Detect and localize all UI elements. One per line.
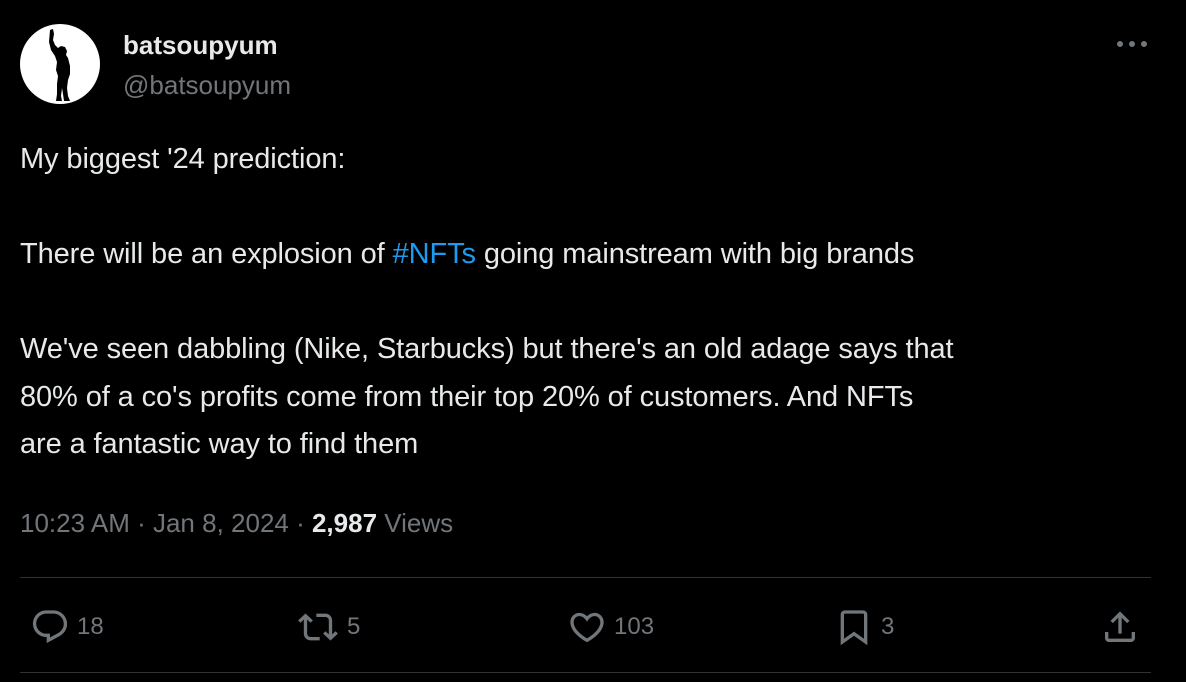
like-count: 103 <box>614 613 655 640</box>
more-options-button[interactable] <box>1112 30 1152 58</box>
tweet-text-segment: There will be an explosion of <box>20 238 393 270</box>
views-count: 2,987 <box>311 508 378 538</box>
tweet-meta: 10:23 AM · Jan 8, 2024 · 2,987 Views <box>20 506 453 540</box>
tweet-text-segment: going mainstream with big brands <box>475 238 915 270</box>
share-upload-icon <box>1105 611 1135 642</box>
bookmark-button[interactable]: 3 <box>834 606 894 648</box>
like-button[interactable]: 103 <box>567 606 654 648</box>
divider <box>20 672 1151 673</box>
tweet-line: We've seen dabbling (Nike, Starbucks) bu… <box>20 333 954 365</box>
author-handle[interactable]: @batsoupyum <box>123 69 291 101</box>
meta-separator: · <box>288 508 312 538</box>
retweet-count: 5 <box>347 613 361 640</box>
author-display-name[interactable]: batsoupyum <box>123 29 278 61</box>
tweet-blank-line <box>20 279 1160 327</box>
hashtag-link[interactable]: #NFTs <box>393 238 476 270</box>
tweet-line: There will be an explosion of #NFTs goin… <box>20 231 1160 279</box>
share-button[interactable] <box>1100 606 1140 648</box>
tweet-date[interactable]: Jan 8, 2024 <box>153 508 289 538</box>
tweet-blank-line <box>20 184 1160 232</box>
avatar[interactable] <box>20 24 100 104</box>
tweet-line: are a fantastic way to find them <box>20 428 419 460</box>
views-label: Views <box>377 508 454 538</box>
tweet-line: 80% of a co's profits come from their to… <box>20 380 914 413</box>
bookmark-count: 3 <box>881 613 895 640</box>
bookmark-icon <box>840 610 868 646</box>
retweet-button[interactable]: 5 <box>296 606 360 648</box>
retweet-arrows-icon <box>298 613 338 641</box>
tweet-line: My biggest '24 prediction: <box>20 143 346 175</box>
more-horizontal-icon <box>1117 41 1147 47</box>
tweet-body: My biggest '24 prediction: There will be… <box>20 136 1160 469</box>
silhouette-icon <box>49 29 70 101</box>
reply-count: 18 <box>77 613 104 640</box>
reply-bubble-icon <box>32 610 68 644</box>
reply-button[interactable]: 18 <box>30 606 104 648</box>
tweet-card: batsoupyum @batsoupyum My biggest '24 pr… <box>0 0 1186 682</box>
tweet-time[interactable]: 10:23 AM <box>20 508 130 538</box>
meta-separator: · <box>129 508 153 538</box>
heart-icon <box>570 612 604 643</box>
divider <box>20 577 1151 578</box>
